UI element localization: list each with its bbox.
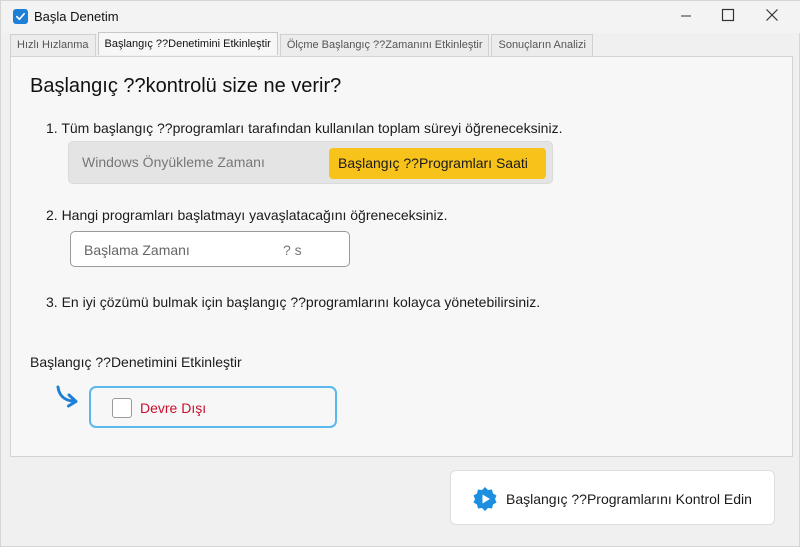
disabled-label: Devre Dışı bbox=[140, 400, 207, 416]
checkmark-icon bbox=[13, 9, 28, 24]
startup-time-label: Başlama Zamanı bbox=[84, 242, 190, 258]
minimize-icon bbox=[681, 15, 691, 17]
tab-enable-startup-check[interactable]: Başlangıç ??Denetimini Etkinleştir bbox=[97, 32, 278, 55]
tab-quick-speedup[interactable]: Hızlı Hızlanma bbox=[10, 34, 96, 56]
maximize-button[interactable] bbox=[705, 1, 751, 29]
startup-time-value: ? s bbox=[283, 242, 302, 258]
check-button-label: Başlangıç ??Programlarını Kontrol Edin bbox=[506, 491, 752, 507]
tab-results-analysis[interactable]: Sonuçların Analizi bbox=[491, 34, 593, 56]
enable-check-title: Başlangıç ??Denetimini Etkinleştir bbox=[30, 354, 242, 370]
app-window: Başla Denetim Hızlı Hızlanma Başlangıç ?… bbox=[0, 0, 800, 547]
step-1-text: 1. Tüm başlangıç ??programları tarafında… bbox=[46, 120, 563, 136]
title-bar: Başla Denetim bbox=[1, 1, 800, 33]
window-title: Başla Denetim bbox=[34, 9, 119, 24]
maximize-icon bbox=[721, 8, 735, 22]
close-icon bbox=[766, 9, 778, 21]
tab-enable-startup-time[interactable]: Ölçme Başlangıç ??Zamanını Etkinleştir bbox=[279, 34, 490, 56]
step-2-text: 2. Hangi programları başlatmayı yavaşlat… bbox=[46, 207, 448, 223]
curved-arrow-icon bbox=[56, 385, 78, 408]
main-panel: Başlangıç ??kontrolü size ne verir? 1. T… bbox=[10, 56, 793, 457]
play-gear-icon bbox=[473, 487, 497, 511]
time-mode-segmented-control: Windows Önyükleme Zamanı Başlangıç ??Pro… bbox=[68, 141, 553, 184]
check-startup-programs-button[interactable]: Başlangıç ??Programlarını Kontrol Edin bbox=[450, 470, 775, 525]
startup-time-field: Başlama Zamanı ? s bbox=[70, 231, 350, 267]
tab-bar: Hızlı Hızlanma Başlangıç ??Denetimini Et… bbox=[10, 32, 595, 56]
segment-windows-boot-time[interactable]: Windows Önyükleme Zamanı bbox=[82, 154, 265, 170]
segment-startup-programs-time[interactable]: Başlangıç ??Programları Saati bbox=[329, 148, 546, 179]
enable-check-checkbox[interactable] bbox=[112, 398, 132, 418]
minimize-button[interactable] bbox=[663, 1, 709, 29]
close-button[interactable] bbox=[749, 1, 795, 29]
enable-check-toggle[interactable]: Devre Dışı bbox=[89, 386, 337, 428]
step-3-text: 3. En iyi çözümü bulmak için başlangıç ?… bbox=[46, 294, 541, 310]
page-title: Başlangıç ??kontrolü size ne verir? bbox=[30, 75, 342, 97]
